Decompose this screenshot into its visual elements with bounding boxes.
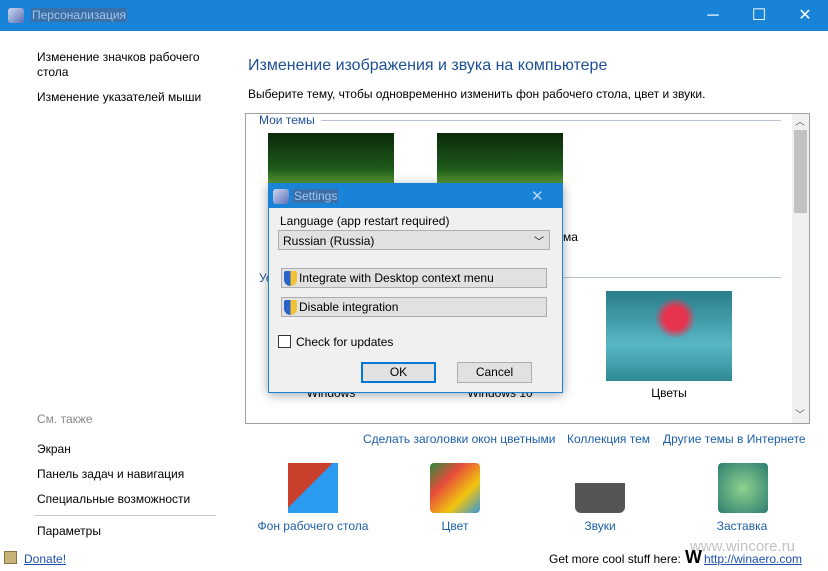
theme-label: Цветы bbox=[651, 386, 687, 400]
minimize-button[interactable]: ─ bbox=[690, 0, 736, 31]
sidebar-link-mouse-pointers[interactable]: Изменение указателей мыши bbox=[37, 90, 201, 105]
window-title: Персонализация bbox=[31, 8, 128, 22]
language-label: Language (app restart required) bbox=[280, 214, 450, 228]
desktop-background-icon[interactable] bbox=[288, 463, 338, 513]
theme-label: ма bbox=[563, 230, 578, 244]
sidebar-link-accessibility[interactable]: Специальные возможности bbox=[37, 492, 190, 507]
link-theme-collection[interactable]: Коллекция тем bbox=[567, 432, 650, 446]
disable-integration-button[interactable]: Disable integration bbox=[281, 297, 547, 317]
sidebar-link-taskbar[interactable]: Панель задач и навигация bbox=[37, 467, 184, 482]
sounds-icon[interactable] bbox=[575, 463, 625, 513]
app-icon bbox=[8, 8, 24, 23]
sidebar-link-settings[interactable]: Параметры bbox=[37, 524, 101, 539]
color-icon[interactable] bbox=[430, 463, 480, 513]
see-also-label: См. также bbox=[37, 412, 93, 426]
sidebar-divider bbox=[34, 515, 216, 516]
check-updates-checkbox[interactable] bbox=[278, 335, 291, 348]
sidebar-link-desktop-icons[interactable]: Изменение значков рабочего стола bbox=[37, 50, 217, 80]
integrate-button[interactable]: Integrate with Desktop context menu bbox=[281, 268, 547, 288]
scroll-down-icon[interactable]: ﹀ bbox=[795, 406, 805, 421]
disable-label: Disable integration bbox=[299, 300, 399, 314]
theme-thumbnail-flowers[interactable] bbox=[606, 291, 732, 381]
ok-button[interactable]: OK bbox=[361, 362, 436, 383]
close-button[interactable]: ✕ bbox=[782, 0, 828, 31]
shield-icon bbox=[284, 271, 297, 287]
option-sounds[interactable]: Звуки bbox=[550, 519, 650, 533]
sidebar-link-display[interactable]: Экран bbox=[37, 442, 71, 457]
cancel-button[interactable]: Cancel bbox=[457, 362, 532, 383]
integrate-label: Integrate with Desktop context menu bbox=[299, 271, 494, 285]
dialog-title: Settings bbox=[293, 189, 339, 203]
page-title: Изменение изображения и звука на компьют… bbox=[248, 57, 608, 74]
donate-icon bbox=[4, 551, 17, 564]
maximize-button[interactable]: ☐ bbox=[736, 0, 782, 31]
chevron-down-icon: ﹀ bbox=[534, 237, 544, 248]
page-subtitle: Выберите тему, чтобы одновременно измени… bbox=[248, 87, 706, 101]
language-select[interactable]: Russian (Russia) ﹀ bbox=[278, 230, 550, 250]
scroll-up-icon[interactable]: ︿ bbox=[795, 113, 805, 128]
screensaver-icon[interactable] bbox=[718, 463, 768, 513]
link-online-themes[interactable]: Другие темы в Интернете bbox=[663, 432, 806, 446]
my-themes-label: Мои темы bbox=[259, 113, 315, 127]
dialog-close-button[interactable]: ✕ bbox=[531, 187, 544, 205]
link-color-titles[interactable]: Сделать заголовки окон цветными bbox=[363, 432, 555, 446]
shield-icon bbox=[284, 300, 297, 316]
scrollbar-thumb[interactable] bbox=[794, 130, 807, 213]
option-color[interactable]: Цвет bbox=[405, 519, 505, 533]
donate-link[interactable]: Donate! bbox=[24, 552, 66, 566]
option-screensaver[interactable]: Заставка bbox=[692, 519, 792, 533]
settings-dialog: Settings ✕ Language (app restart require… bbox=[268, 183, 563, 393]
more-stuff-label: Get more cool stuff here: bbox=[549, 552, 681, 566]
watermark: www.wincore.ru bbox=[690, 538, 796, 555]
dialog-app-icon bbox=[273, 189, 289, 204]
option-desktop-background[interactable]: Фон рабочего стола bbox=[248, 519, 378, 533]
group-divider bbox=[560, 277, 781, 278]
check-updates-label: Check for updates bbox=[296, 335, 394, 349]
language-value: Russian (Russia) bbox=[283, 234, 375, 248]
group-divider bbox=[321, 120, 781, 121]
